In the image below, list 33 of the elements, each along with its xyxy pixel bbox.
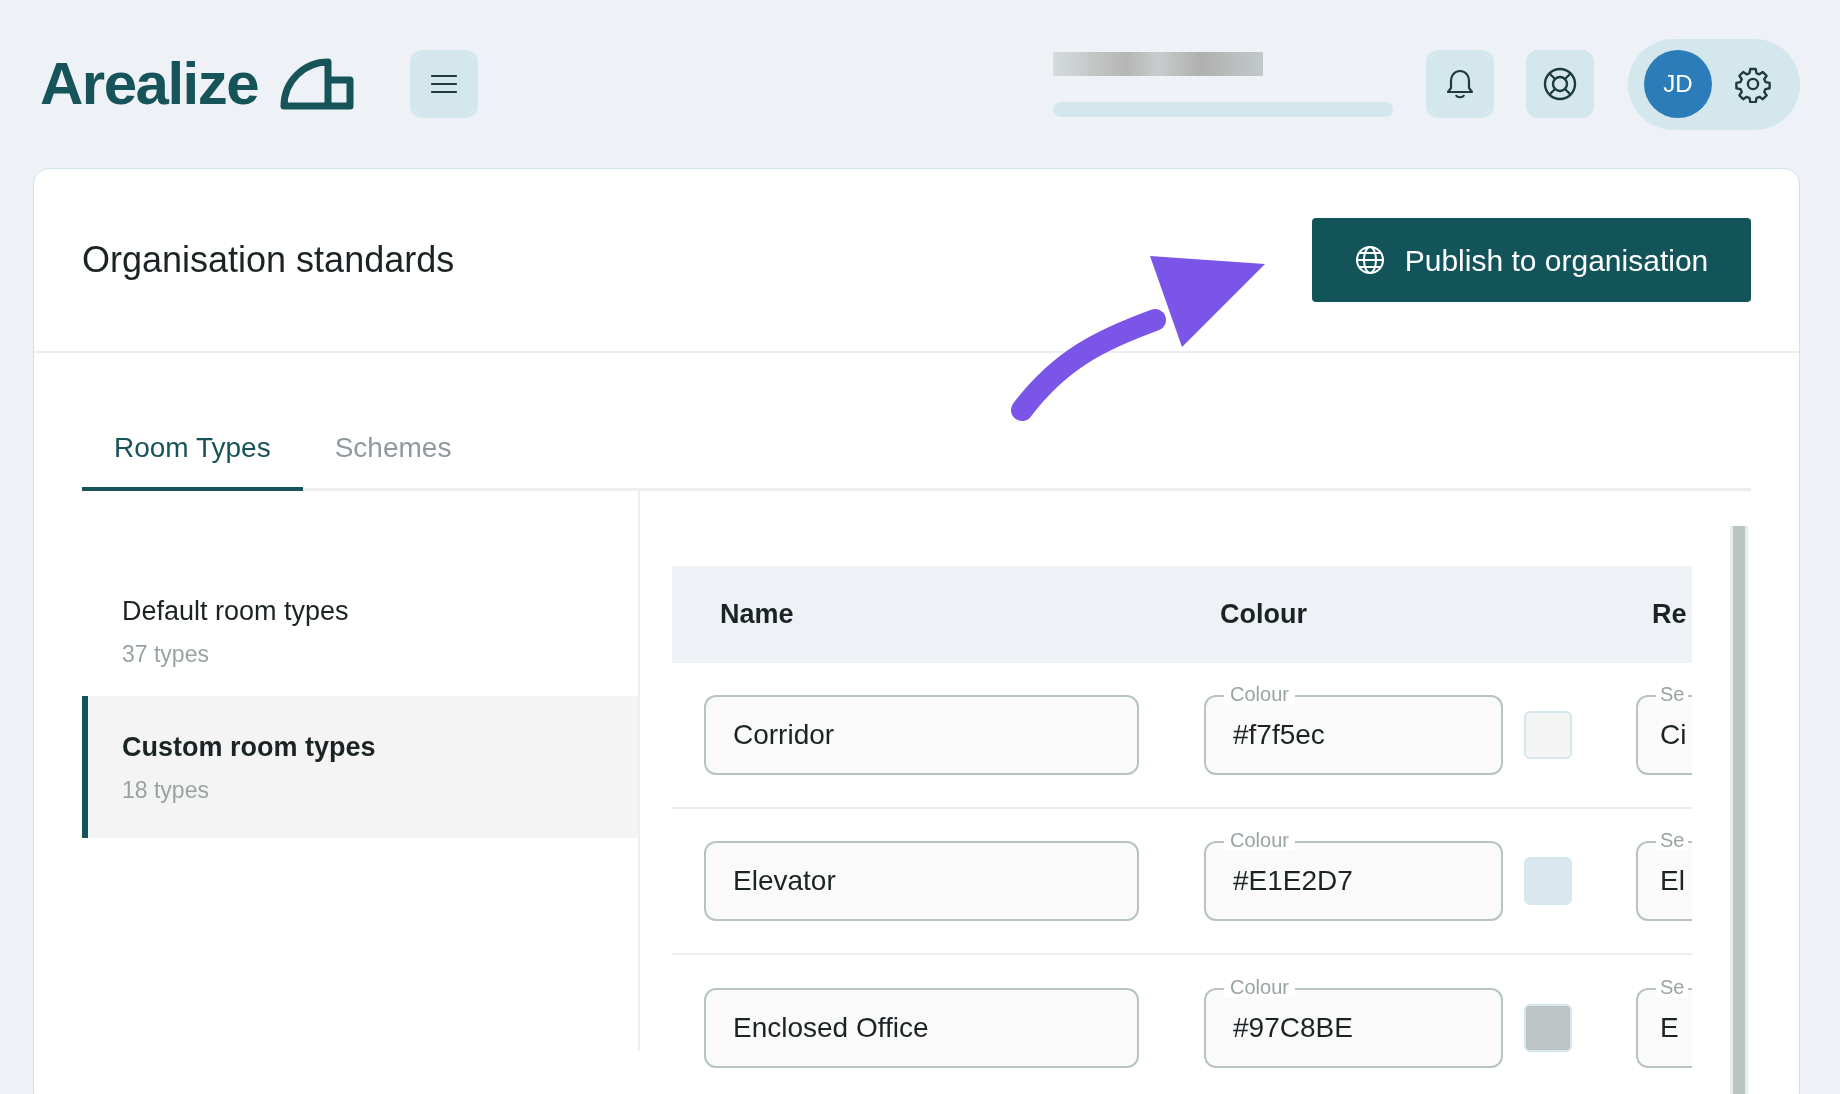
item-title: Default room types xyxy=(122,594,350,628)
name-field[interactable]: Enclosed Office xyxy=(704,988,1139,1068)
notifications-button[interactable] xyxy=(1426,50,1494,118)
logo-icon xyxy=(280,58,355,110)
menu-button[interactable] xyxy=(410,50,479,118)
item-title: Custom room types xyxy=(122,730,377,764)
column-header: Name xyxy=(719,598,795,632)
field-label: Colour xyxy=(1224,830,1295,850)
logo-text: Arealize xyxy=(40,54,259,114)
item-count: 37 types xyxy=(122,640,210,669)
settings-icon[interactable] xyxy=(1734,65,1772,103)
scrollbar[interactable] xyxy=(1730,526,1748,1094)
bell-icon xyxy=(1445,68,1475,100)
item-count: 18 types xyxy=(122,776,210,805)
lifebuoy-icon xyxy=(1542,66,1578,102)
tab[interactable]: Room Types xyxy=(82,409,303,491)
field-label: Se xyxy=(1656,684,1689,704)
column-header: Colour xyxy=(1220,598,1308,632)
menu-icon xyxy=(431,74,458,94)
field-label: Se xyxy=(1656,830,1689,850)
field-label: Se xyxy=(1656,977,1689,997)
page-title: Organisation standards xyxy=(82,238,455,282)
name-field[interactable]: Elevator xyxy=(704,841,1139,921)
name-field[interactable]: Corridor xyxy=(704,695,1139,775)
column-header: Re xyxy=(1652,598,1687,632)
avatar[interactable]: JD xyxy=(1644,50,1712,118)
globe-icon xyxy=(1354,245,1385,275)
sidebar-item[interactable]: Custom room types 18 types xyxy=(82,696,638,838)
field-label: Colour xyxy=(1224,684,1295,704)
publish-button[interactable]: Publish to organisation xyxy=(1312,218,1751,302)
field-label: Colour xyxy=(1224,977,1295,997)
help-button[interactable] xyxy=(1526,50,1594,118)
sidebar-item[interactable]: Default room types 37 types xyxy=(82,566,638,696)
